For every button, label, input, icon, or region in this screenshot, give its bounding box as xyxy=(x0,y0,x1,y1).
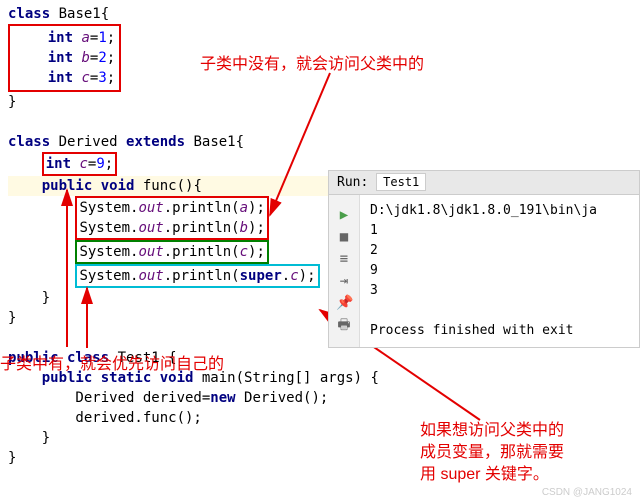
output-path: D:\jdk1.8\jdk1.8.0_191\bin\ja xyxy=(370,203,597,218)
filter-icon[interactable]: ≡ xyxy=(336,251,352,267)
play-icon[interactable]: ▶ xyxy=(336,207,352,223)
annotation-3: 如果想访问父类中的 成员变量，那就需要 用 super 关键字。 xyxy=(420,420,564,486)
output-line: 3 xyxy=(370,283,378,298)
output-line: 1 xyxy=(370,223,378,238)
run-toolbar: ▶ ■ ≡ ⇥ 📌 🖶 xyxy=(329,195,360,347)
scroll-icon[interactable]: ⇥ xyxy=(336,273,352,289)
code-line: class Base1{ xyxy=(8,4,632,24)
print-icon[interactable]: 🖶 xyxy=(336,317,352,333)
run-label: Run: xyxy=(337,175,368,190)
annotation-1: 子类中没有，就会访问父类中的 xyxy=(200,50,424,74)
annotation-text: 成员变量，那就需要 xyxy=(420,444,564,461)
code-line: class Derived extends Base1{ xyxy=(8,132,632,152)
watermark: CSDN @JANG1024 xyxy=(542,487,632,498)
annotation-2: 子类中有，就会优先访问自己的 xyxy=(0,350,224,374)
output-exit: Process finished with exit xyxy=(370,323,574,338)
run-panel: Run: Test1 ▶ ■ ≡ ⇥ 📌 🖶 D:\jdk1.8\jdk1.8.… xyxy=(328,170,640,348)
run-header: Run: Test1 xyxy=(329,171,639,195)
annotation-text: 用 super 关键字。 xyxy=(420,466,549,483)
code-line xyxy=(8,112,632,132)
annotation-text: 如果想访问父类中的 xyxy=(420,422,564,439)
pin-icon[interactable]: 📌 xyxy=(336,295,352,311)
run-output[interactable]: D:\jdk1.8\jdk1.8.0_191\bin\ja 1 2 9 3 Pr… xyxy=(360,195,639,347)
code-line: } xyxy=(8,92,632,112)
output-line: 2 xyxy=(370,243,378,258)
output-line: 9 xyxy=(370,263,378,278)
code-line: Derived derived=new Derived(); xyxy=(8,388,632,408)
run-tab[interactable]: Test1 xyxy=(376,173,426,191)
stop-icon[interactable]: ■ xyxy=(336,229,352,245)
